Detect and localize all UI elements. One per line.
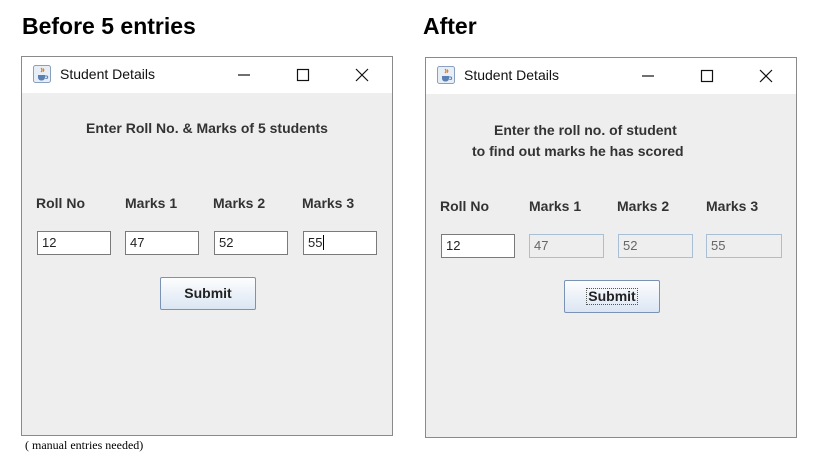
maximize-button[interactable] (696, 65, 718, 87)
minimize-icon (642, 75, 654, 77)
submit-button[interactable]: Submit (160, 277, 256, 310)
roll-no-field[interactable]: 12 (441, 234, 515, 258)
window-title: Student Details (464, 67, 559, 83)
close-button[interactable] (351, 64, 373, 86)
close-icon (355, 68, 369, 82)
marks2-field[interactable]: 52 (214, 231, 288, 255)
text-caret (323, 235, 325, 250)
instructions-heading: Enter Roll No. & Marks of 5 students (86, 120, 328, 136)
marks1-field[interactable]: 47 (125, 231, 199, 255)
footnote: ( manual entries needed) (25, 438, 144, 452)
title-bar[interactable]: Student Details (426, 58, 796, 94)
marks2-field: 52 (618, 234, 693, 258)
before-window: Student Details Enter Roll No. & Marks o… (21, 56, 393, 436)
maximize-icon (700, 69, 714, 83)
marks3-label: Marks 3 (302, 195, 355, 211)
maximize-button[interactable] (292, 64, 314, 86)
after-window: Student Details Enter the roll no. of st… (425, 57, 797, 438)
minimize-button[interactable] (637, 65, 659, 87)
submit-label: Submit (184, 285, 232, 301)
marks3-value: 55 (308, 235, 323, 250)
submit-button[interactable]: Submit (564, 280, 660, 313)
after-caption: After (423, 13, 477, 39)
minimize-icon (238, 74, 250, 76)
window-title: Student Details (60, 66, 155, 82)
roll-no-label: Roll No (36, 195, 85, 211)
submit-label: Submit (586, 288, 638, 305)
marks1-field: 47 (529, 234, 604, 258)
roll-no-field[interactable]: 12 (37, 231, 111, 255)
marks2-label: Marks 2 (213, 195, 266, 211)
marks3-label: Marks 3 (706, 198, 759, 214)
minimize-button[interactable] (233, 64, 255, 86)
title-bar[interactable]: Student Details (22, 57, 392, 93)
before-caption: Before 5 entries (22, 13, 196, 39)
marks1-label: Marks 1 (125, 195, 178, 211)
marks1-label: Marks 1 (529, 198, 582, 214)
close-icon (759, 69, 773, 83)
instructions-heading: Enter the roll no. of student to find ou… (472, 120, 794, 162)
marks3-field: 55 (706, 234, 782, 258)
java-cup-icon (33, 65, 51, 83)
java-cup-icon (437, 66, 455, 84)
roll-no-label: Roll No (440, 198, 489, 214)
marks2-label: Marks 2 (617, 198, 670, 214)
maximize-icon (296, 68, 310, 82)
heading-line-1: Enter the roll no. of student (494, 122, 677, 138)
marks3-field[interactable]: 55 (303, 231, 377, 255)
heading-line-2: to find out marks he has scored (472, 143, 684, 159)
close-button[interactable] (755, 65, 777, 87)
